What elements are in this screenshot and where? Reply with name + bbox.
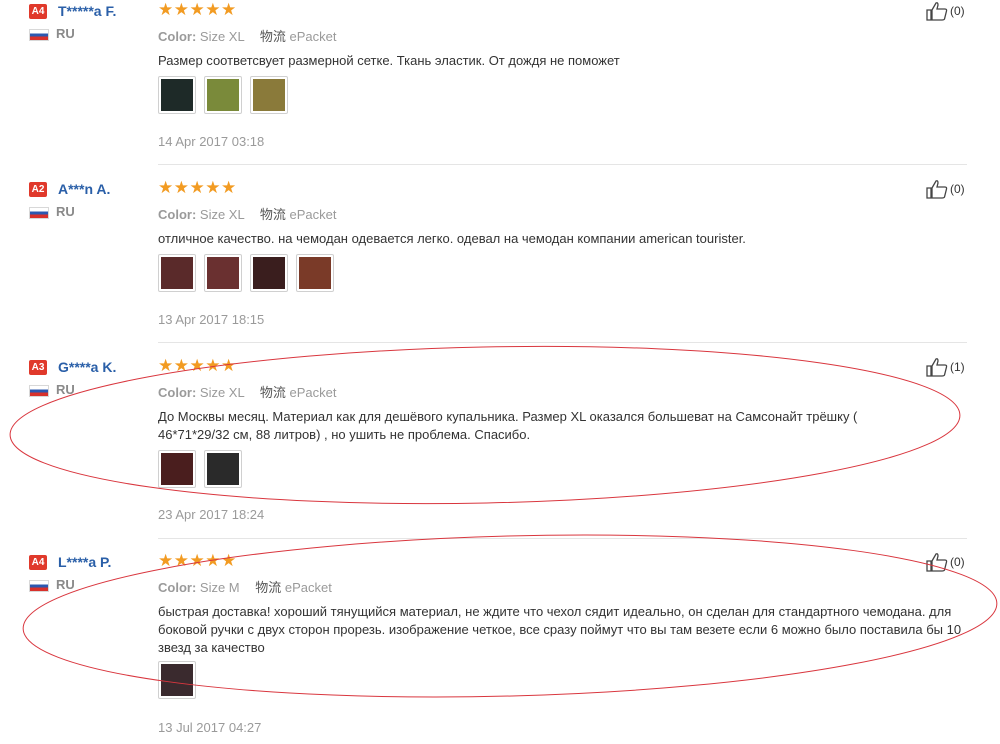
- review-photo-thumbnail[interactable]: [158, 661, 196, 699]
- shipping-label: 物流: [255, 580, 282, 595]
- review-text: отличное качество. на чемодан одевается …: [158, 231, 746, 246]
- helpful-button[interactable]: (0): [926, 1, 965, 21]
- color-label: Color:: [158, 29, 197, 44]
- review-photo-thumbnail[interactable]: [204, 450, 242, 488]
- review-photo-thumbnail[interactable]: [250, 76, 288, 114]
- russia-flag-icon: [29, 385, 49, 397]
- reviewer-country: RU: [56, 382, 75, 397]
- review-date: 14 Apr 2017 03:18: [158, 134, 265, 149]
- star-rating: ★★★★★: [158, 356, 237, 375]
- helpful-count: (0): [950, 182, 965, 196]
- review-photo-thumbnail[interactable]: [204, 254, 242, 292]
- star-rating: ★★★★★: [158, 178, 237, 197]
- review-photo-thumbnail[interactable]: [158, 450, 196, 488]
- russia-flag-icon: [29, 29, 49, 41]
- shipping-label: 物流: [259, 207, 286, 222]
- review-divider: [158, 164, 967, 165]
- buyer-level-badge: A2: [29, 182, 47, 197]
- review-photos: [158, 76, 288, 114]
- color-label: Color:: [158, 385, 197, 400]
- reviewer-name: A***n A.: [58, 181, 111, 197]
- order-info: Color: Size XL 物流 ePacket: [158, 382, 336, 401]
- order-info: Color: Size M 物流 ePacket: [158, 577, 332, 596]
- reviewer-name: T*****a F.: [58, 3, 117, 19]
- reviewer-name: G****a K.: [58, 359, 117, 375]
- thumbs-up-icon: [926, 358, 948, 377]
- review-photo-thumbnail[interactable]: [250, 254, 288, 292]
- thumbs-up-icon: [926, 180, 948, 199]
- color-value: Size XL: [199, 385, 245, 400]
- buyer-level-badge: A4: [29, 555, 47, 570]
- helpful-count: (1): [950, 360, 965, 374]
- shipping-label: 物流: [259, 385, 286, 400]
- helpful-button[interactable]: (1): [926, 357, 965, 377]
- helpful-count: (0): [950, 4, 965, 18]
- helpful-count: (0): [950, 555, 965, 569]
- review-photo-thumbnail[interactable]: [296, 254, 334, 292]
- color-value: Size XL: [199, 207, 245, 222]
- reviewer-country: RU: [56, 577, 75, 592]
- review-photos: [158, 661, 196, 699]
- shipping-value: ePacket: [289, 29, 337, 44]
- shipping-value: ePacket: [289, 207, 337, 222]
- buyer-level-badge: A3: [29, 360, 47, 375]
- helpful-button[interactable]: (0): [926, 179, 965, 199]
- color-value: Size XL: [199, 29, 245, 44]
- reviewer-country: RU: [56, 26, 75, 41]
- review-text: Размер соответсвует размерной сетке. Тка…: [158, 53, 620, 68]
- shipping-value: ePacket: [284, 580, 332, 595]
- thumbs-up-icon: [926, 553, 948, 572]
- review-date: 23 Apr 2017 18:24: [158, 507, 265, 522]
- star-rating: ★★★★★: [158, 0, 237, 19]
- order-info: Color: Size XL 物流 ePacket: [158, 204, 336, 223]
- color-label: Color:: [158, 580, 197, 595]
- russia-flag-icon: [29, 580, 49, 592]
- review-photo-thumbnail[interactable]: [158, 254, 196, 292]
- reviewer-name: L****a P.: [58, 554, 112, 570]
- review-divider: [158, 342, 967, 343]
- reviewer-country: RU: [56, 204, 75, 219]
- review-text: быстрая доставка! хороший тянущийся мате…: [158, 604, 962, 655]
- review-photos: [158, 450, 242, 488]
- helpful-button[interactable]: (0): [926, 552, 965, 572]
- thumbs-up-icon: [926, 2, 948, 21]
- star-rating: ★★★★★: [158, 551, 237, 570]
- order-info: Color: Size XL 物流 ePacket: [158, 26, 336, 45]
- review-date: 13 Jul 2017 04:27: [158, 720, 262, 735]
- review-divider: [158, 538, 967, 539]
- shipping-label: 物流: [259, 29, 286, 44]
- review-date: 13 Apr 2017 18:15: [158, 312, 265, 327]
- shipping-value: ePacket: [289, 385, 337, 400]
- review-photo-thumbnail[interactable]: [158, 76, 196, 114]
- buyer-level-badge: A4: [29, 4, 47, 19]
- review-photo-thumbnail[interactable]: [204, 76, 242, 114]
- russia-flag-icon: [29, 207, 49, 219]
- review-text: До Москвы месяц. Материал как для дешёво…: [158, 409, 858, 442]
- review-photos: [158, 254, 334, 292]
- color-label: Color:: [158, 207, 197, 222]
- color-value: Size M: [199, 580, 240, 595]
